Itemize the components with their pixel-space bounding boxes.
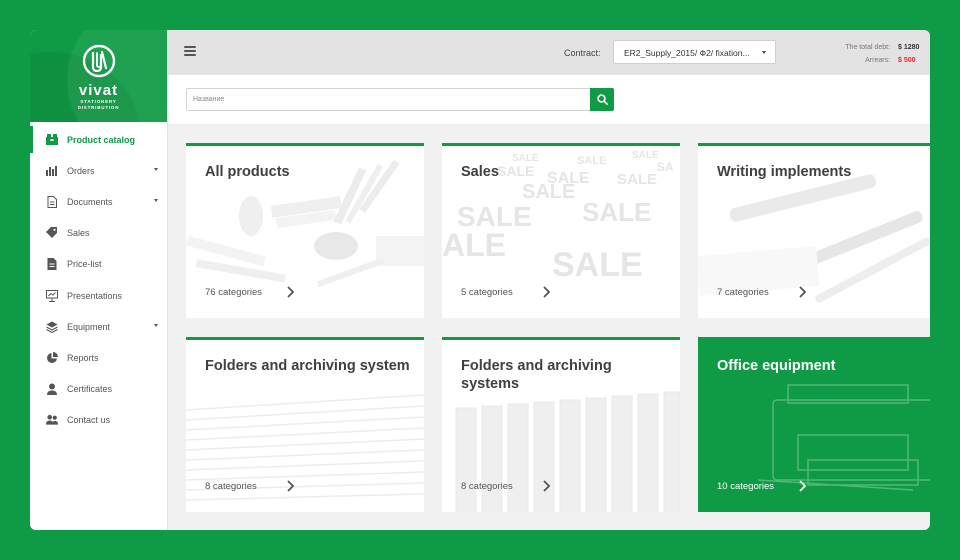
- contract-select-value: ER2_Supply_2015/ Ф2/ fixation...: [624, 48, 750, 58]
- card-count: 5 categories: [461, 287, 513, 298]
- logo-tagline-2: DISTRIBUTION: [77, 105, 120, 110]
- total-debt-value: $ 1280: [898, 44, 920, 51]
- logo[interactable]: vivat STATIONERY DISTRIBUTION: [30, 30, 167, 122]
- sidebar-item-label: Orders: [67, 165, 95, 176]
- tag-icon: [46, 227, 58, 239]
- card-title: All products: [205, 164, 290, 180]
- presentation-icon: [46, 289, 58, 302]
- svg-text:SALE: SALE: [552, 246, 643, 284]
- document-icon: [46, 195, 58, 208]
- sidebar-item-label: Product catalog: [67, 134, 136, 145]
- pie-chart-icon: [46, 351, 58, 364]
- search-button[interactable]: [590, 88, 614, 111]
- category-card-writing-implements[interactable]: Writing implements 7 categories: [698, 143, 930, 318]
- sidebar-item-certificates[interactable]: Certificates: [30, 374, 167, 405]
- card-count: 76 categories: [205, 287, 263, 298]
- box-icon: [46, 134, 58, 146]
- category-card-sales[interactable]: SALE SALE SALE SALE SALE SALE SA SALE SA…: [442, 143, 680, 318]
- vivat-logo-icon: [82, 44, 115, 78]
- chevron-right-icon: [287, 480, 295, 492]
- main-content: Contract: ER2_Supply_2015/ Ф2/ fixation.…: [168, 30, 930, 530]
- chevron-right-icon: [543, 480, 551, 492]
- category-card-folders-archiving-systems[interactable]: Folders and archiving systems 8 categori…: [442, 337, 680, 512]
- sidebar-item-reports[interactable]: Reports: [30, 342, 167, 373]
- category-card-office-equipment[interactable]: Office equipment 10 categories: [698, 337, 930, 512]
- sidebar-item-label: Documents: [67, 196, 113, 207]
- sidebar-item-label: Sales: [67, 228, 90, 239]
- sidebar-item-label: Reports: [67, 352, 99, 363]
- contract-select[interactable]: ER2_Supply_2015/ Ф2/ fixation...: [613, 40, 776, 64]
- certificate-icon: [46, 383, 58, 396]
- sidebar-item-orders[interactable]: Orders: [30, 155, 167, 186]
- card-title: Folders and archiving systems: [461, 358, 612, 392]
- card-title: Writing implements: [717, 164, 852, 180]
- sidebar-item-label: Certificates: [67, 384, 113, 395]
- search-input[interactable]: [186, 88, 590, 111]
- sidebar-menu: Product catalog Orders Documents Sales P…: [30, 122, 167, 436]
- card-count: 8 categories: [205, 481, 257, 492]
- sidebar-item-label: Presentations: [67, 290, 123, 301]
- arrears-label: Arrears:: [865, 57, 891, 64]
- sidebar: vivat STATIONERY DISTRIBUTION Product ca…: [30, 30, 168, 530]
- chevron-right-icon: [543, 286, 551, 298]
- sidebar-item-documents[interactable]: Documents: [30, 186, 167, 217]
- sidebar-item-sales[interactable]: Sales: [30, 218, 167, 249]
- card-title: Sales: [461, 164, 499, 180]
- menu-toggle-icon[interactable]: [184, 46, 196, 56]
- top-bar: Contract: ER2_Supply_2015/ Ф2/ fixation.…: [168, 30, 930, 75]
- bar-chart-icon: [46, 165, 58, 177]
- logo-name: vivat: [78, 82, 119, 99]
- sidebar-item-label: Price-list: [67, 259, 102, 270]
- category-card-folders-archiving-system[interactable]: Folders and archiving system 8 categorie…: [186, 337, 424, 512]
- sidebar-item-price-list[interactable]: Price-list: [30, 249, 167, 280]
- svg-text:SALE: SALE: [582, 197, 651, 227]
- users-icon: [46, 414, 58, 426]
- layers-icon: [46, 321, 58, 333]
- file-icon: [46, 258, 58, 271]
- card-title: Office equipment: [717, 358, 836, 374]
- card-count: 7 categories: [717, 287, 769, 298]
- card-count: 8 categories: [461, 481, 513, 492]
- search-icon: [596, 94, 608, 105]
- sidebar-item-presentations[interactable]: Presentations: [30, 280, 167, 311]
- chevron-right-icon: [287, 286, 295, 298]
- chevron-right-icon: [799, 286, 807, 298]
- sidebar-item-contact-us[interactable]: Contact us: [30, 405, 167, 436]
- svg-text:ALE: ALE: [442, 227, 506, 263]
- chevron-right-icon: [799, 480, 807, 492]
- sidebar-item-product-catalog[interactable]: Product catalog: [30, 124, 167, 155]
- chevron-down-icon: [154, 199, 158, 203]
- sidebar-item-equipment[interactable]: Equipment: [30, 311, 167, 342]
- card-count: 10 categories: [717, 481, 775, 492]
- sidebar-item-label: Contact us: [67, 415, 111, 426]
- card-title: Folders and archiving system: [205, 358, 410, 374]
- category-card-all-products[interactable]: All products 76 categories: [186, 143, 424, 318]
- app-window: vivat STATIONERY DISTRIBUTION Product ca…: [30, 30, 930, 530]
- svg-text:SALE: SALE: [522, 181, 575, 203]
- debt-summary: The total debt: $ 1280 Arrears: $ 500: [845, 41, 920, 67]
- chevron-down-icon: [154, 168, 158, 172]
- arrears-value: $ 500: [898, 57, 916, 64]
- sidebar-item-label: Equipment: [67, 321, 111, 332]
- contract-label: Contract:: [564, 48, 601, 58]
- search-bar: [168, 75, 930, 125]
- chevron-down-icon: [762, 51, 766, 54]
- total-debt-label: The total debt:: [845, 44, 891, 51]
- svg-text:SALE: SALE: [632, 150, 659, 161]
- chevron-down-icon: [154, 324, 158, 328]
